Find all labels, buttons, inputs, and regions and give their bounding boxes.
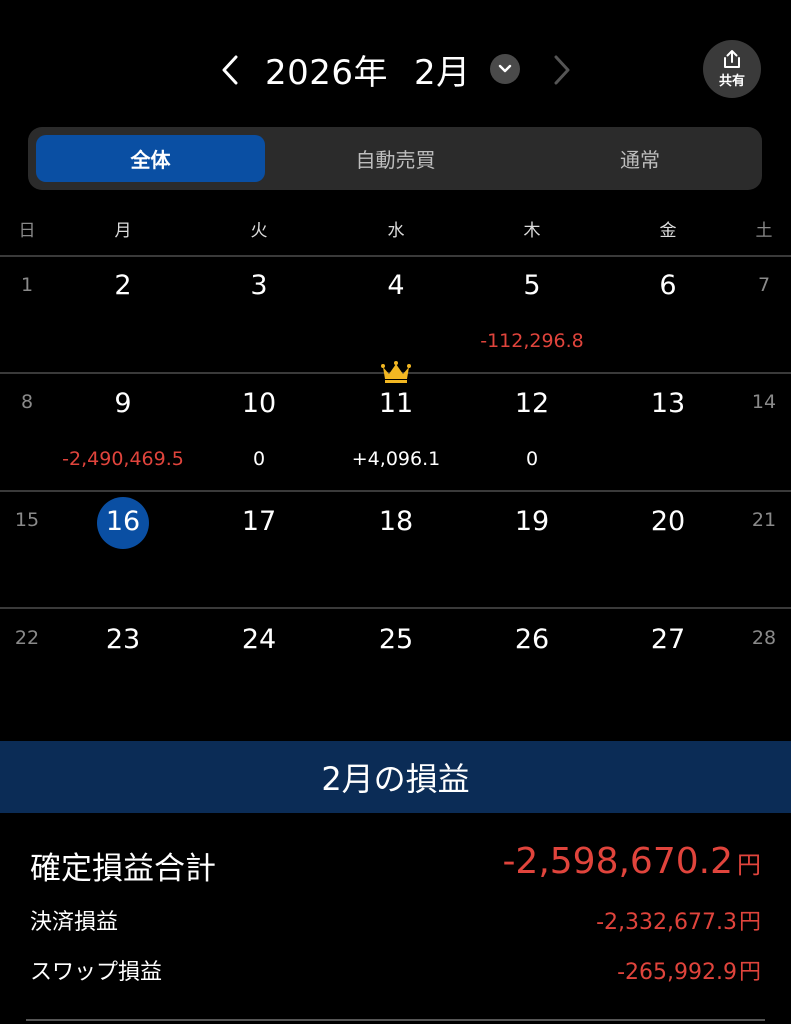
calendar-day[interactable]: 17: [229, 506, 289, 537]
filter-segmented-control: 全体 自動売買 通常: [28, 127, 762, 190]
weekday-tue: 火: [250, 221, 268, 241]
chevron-right-icon: [554, 55, 570, 85]
currency-unit: 円: [737, 851, 761, 879]
share-label: 共有: [718, 74, 745, 89]
grid-divider: [0, 255, 791, 257]
chevron-down-icon: [498, 64, 512, 73]
currency-unit: 円: [738, 910, 761, 935]
calendar-day[interactable]: 7: [734, 274, 791, 296]
grid-divider: [0, 490, 791, 492]
monthly-pl-banner: 2月の損益: [0, 741, 791, 813]
month-title[interactable]: 2026年 2月: [265, 44, 471, 94]
calendar-day[interactable]: 24: [229, 624, 289, 655]
calendar-day[interactable]: 2: [93, 270, 153, 301]
weekday-thu: 木: [523, 221, 541, 241]
year-label: 2026年: [265, 52, 389, 93]
calendar-day[interactable]: 27: [638, 624, 698, 655]
calendar-day[interactable]: 25: [366, 624, 426, 655]
calendar-day[interactable]: 13: [638, 388, 698, 419]
monthly-pl-title: 2月の損益: [321, 760, 470, 798]
next-month-button[interactable]: [545, 48, 579, 92]
daily-pl-value: -112,296.8: [480, 330, 584, 352]
weekday-sun: 日: [18, 221, 36, 241]
swap-pl-label: スワップ損益: [30, 960, 163, 985]
calendar-day[interactable]: 3: [229, 270, 289, 301]
settlement-pl-amount: -2,332,677.3: [596, 910, 737, 935]
weekday-fri: 金: [659, 221, 677, 241]
tab-normal[interactable]: 通常: [518, 135, 762, 182]
settlement-pl-value: -2,332,677.3 円: [596, 904, 761, 936]
calendar-day[interactable]: 10: [229, 388, 289, 419]
settlement-pl-label: 決済損益: [30, 910, 119, 935]
calendar-day[interactable]: 11: [366, 388, 426, 419]
calendar-day[interactable]: 20: [638, 506, 698, 537]
bottom-divider: [26, 1019, 765, 1021]
calendar-day[interactable]: 23: [93, 624, 153, 655]
chevron-left-icon: [222, 55, 238, 85]
tab-auto-trade[interactable]: 自動売買: [273, 135, 518, 182]
calendar-day[interactable]: 19: [502, 506, 562, 537]
month-label: 2月: [414, 52, 471, 93]
calendar-day[interactable]: 28: [734, 627, 791, 649]
total-pl-amount: -2,598,670.2: [502, 841, 733, 882]
swap-pl-value: -265,992.9 円: [617, 954, 761, 986]
total-pl-label: 確定損益合計: [30, 851, 216, 887]
calendar-day[interactable]: 8: [0, 391, 57, 413]
calendar-day[interactable]: 15: [0, 509, 57, 531]
calendar-day-today[interactable]: 16: [93, 506, 153, 537]
calendar-day[interactable]: 18: [366, 506, 426, 537]
calendar-day[interactable]: 21: [734, 509, 791, 531]
daily-pl-value: 0: [525, 448, 539, 470]
share-icon: [724, 50, 740, 68]
swap-pl-amount: -265,992.9: [617, 960, 737, 985]
crown-icon: [381, 361, 411, 383]
calendar-day[interactable]: 6: [638, 270, 698, 301]
calendar-day[interactable]: 9: [93, 388, 153, 419]
total-pl-value: -2,598,670.2 円: [502, 841, 761, 882]
month-header: 2026年 2月 共有: [0, 0, 791, 130]
share-button[interactable]: 共有: [703, 40, 761, 98]
grid-divider: [0, 607, 791, 609]
month-dropdown-button[interactable]: [490, 54, 520, 84]
calendar-day[interactable]: 5: [502, 270, 562, 301]
tab-all[interactable]: 全体: [36, 135, 265, 182]
prev-month-button[interactable]: [213, 48, 247, 92]
weekday-wed: 水: [387, 221, 405, 241]
calendar-day[interactable]: 12: [502, 388, 562, 419]
calendar-day[interactable]: 14: [734, 391, 791, 413]
calendar-day[interactable]: 22: [0, 627, 57, 649]
calendar-day[interactable]: 1: [0, 274, 57, 296]
currency-unit: 円: [738, 960, 761, 985]
calendar-day[interactable]: 4: [366, 270, 426, 301]
weekday-sat: 土: [755, 221, 773, 241]
weekday-mon: 月: [114, 221, 132, 241]
calendar-day[interactable]: 26: [502, 624, 562, 655]
